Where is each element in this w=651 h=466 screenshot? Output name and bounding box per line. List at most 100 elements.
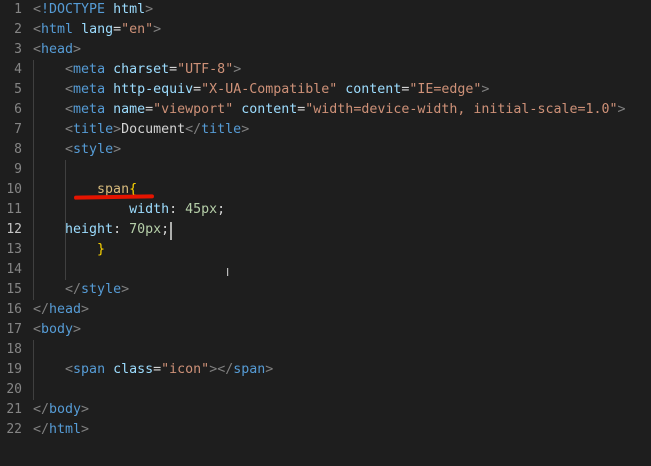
code-token: http-equiv xyxy=(113,82,194,97)
code-token: = xyxy=(145,102,154,117)
code-line[interactable]: 15 </style> xyxy=(0,280,651,300)
code-line[interactable]: 2 <html lang="en"> xyxy=(0,20,651,40)
code-line[interactable]: 9 xyxy=(0,160,651,180)
code-token: class xyxy=(113,362,154,377)
code-token: < xyxy=(33,2,42,17)
code-line[interactable]: 16 </head> xyxy=(0,300,651,320)
code-line[interactable]: 21 </body> xyxy=(0,400,651,420)
code-token: </ xyxy=(33,402,50,417)
code-text: </body> xyxy=(33,400,89,420)
code-token: "icon" xyxy=(161,362,210,377)
line-number: 16 xyxy=(6,302,22,317)
code-token: title xyxy=(73,122,114,137)
code-token: > xyxy=(113,142,122,157)
line-number: 15 xyxy=(6,282,22,297)
code-token: < xyxy=(65,62,74,77)
code-token: ></ xyxy=(209,362,234,377)
code-token: !DOCTYPE xyxy=(41,2,106,17)
code-token: "X-UA-Compatible" xyxy=(201,82,338,97)
line-number: 19 xyxy=(6,362,22,377)
line-number: 13 xyxy=(6,242,22,257)
line-number: 11 xyxy=(6,202,22,217)
code-line[interactable]: 3 <head> xyxy=(0,40,651,60)
code-text: <title>Document</title> xyxy=(33,120,249,140)
code-token: ; xyxy=(217,202,226,217)
code-editor[interactable]: 1 <!DOCTYPE html> 2 <html lang="en"> 3 < head >… xyxy=(0,0,651,466)
code-line[interactable]: 14 xyxy=(0,260,651,280)
code-token: < xyxy=(33,42,42,57)
code-token: width xyxy=(129,202,170,217)
line-number: 22 xyxy=(6,422,22,437)
code-token: 45px xyxy=(185,202,218,217)
code-token: "IE=edge" xyxy=(409,82,482,97)
code-token: "en" xyxy=(121,22,154,37)
code-token: = xyxy=(169,62,178,77)
code-line[interactable]: 4 <meta charset="UTF-8"> xyxy=(0,60,651,80)
code-text: </html> xyxy=(33,420,89,440)
code-token: = xyxy=(193,82,202,97)
code-line[interactable]: 13 } xyxy=(0,240,651,260)
code-token: < xyxy=(33,22,42,37)
code-token: span xyxy=(233,362,266,377)
code-text: } xyxy=(33,240,105,260)
code-line[interactable]: 5 <meta http-equiv="X-UA-Compatible" con… xyxy=(0,80,651,100)
code-line[interactable]: 1 <!DOCTYPE html> xyxy=(0,0,651,20)
code-token: Document xyxy=(121,122,186,137)
code-token: = xyxy=(153,362,162,377)
code-token: </ xyxy=(185,122,202,137)
line-number: 10 xyxy=(6,182,22,197)
ibeam-cursor-icon: I xyxy=(226,266,230,279)
code-token: span xyxy=(73,362,106,377)
line-number: 8 xyxy=(14,142,22,157)
code-token: > xyxy=(73,42,82,57)
code-token: name xyxy=(113,102,146,117)
code-token: > xyxy=(73,322,82,337)
code-token: < xyxy=(65,122,74,137)
code-token: < xyxy=(65,82,74,97)
code-token: > xyxy=(481,82,490,97)
code-line[interactable]: 11 width: 45px; xyxy=(0,200,651,220)
code-token: head xyxy=(49,302,82,317)
code-token: ; xyxy=(161,222,170,237)
code-token: = xyxy=(113,22,122,37)
code-token: </ xyxy=(33,422,50,437)
code-text: <style> xyxy=(33,140,121,160)
code-token: body xyxy=(49,402,82,417)
code-line[interactable]: 17 <body> xyxy=(0,320,651,340)
indent-guide xyxy=(65,160,66,280)
code-text: <!DOCTYPE html> xyxy=(33,0,153,20)
line-number: 17 xyxy=(6,322,22,337)
line-number: 3 xyxy=(14,42,22,57)
code-token: html xyxy=(49,422,82,437)
code-token: > xyxy=(233,62,242,77)
code-text: <meta http-equiv="X-UA-Compatible" conte… xyxy=(33,80,489,100)
code-line[interactable]: 8 <style> xyxy=(0,140,651,160)
code-token: > xyxy=(81,402,90,417)
code-token: meta xyxy=(73,82,106,97)
code-token: meta xyxy=(73,102,106,117)
code-line[interactable]: 12 height: 70px; xyxy=(0,220,651,240)
line-number: 21 xyxy=(6,402,22,417)
code-line[interactable]: 19 <span class="icon"></span> xyxy=(0,360,651,380)
code-token: "viewport" xyxy=(153,102,234,117)
code-line[interactable]: 18 xyxy=(0,340,651,360)
code-token: content xyxy=(241,102,298,117)
code-line[interactable]: 6 <meta name="viewport" content="width=d… xyxy=(0,100,651,120)
text-cursor xyxy=(170,222,172,240)
code-line[interactable]: 22 </html> xyxy=(0,420,651,440)
code-line[interactable]: 7 <title>Document</title> xyxy=(0,120,651,140)
code-line[interactable]: 20 xyxy=(0,380,651,400)
code-text: <html lang="en"> xyxy=(33,20,161,40)
code-text: width: 45px; xyxy=(33,200,225,220)
code-text: </style> xyxy=(33,280,129,300)
